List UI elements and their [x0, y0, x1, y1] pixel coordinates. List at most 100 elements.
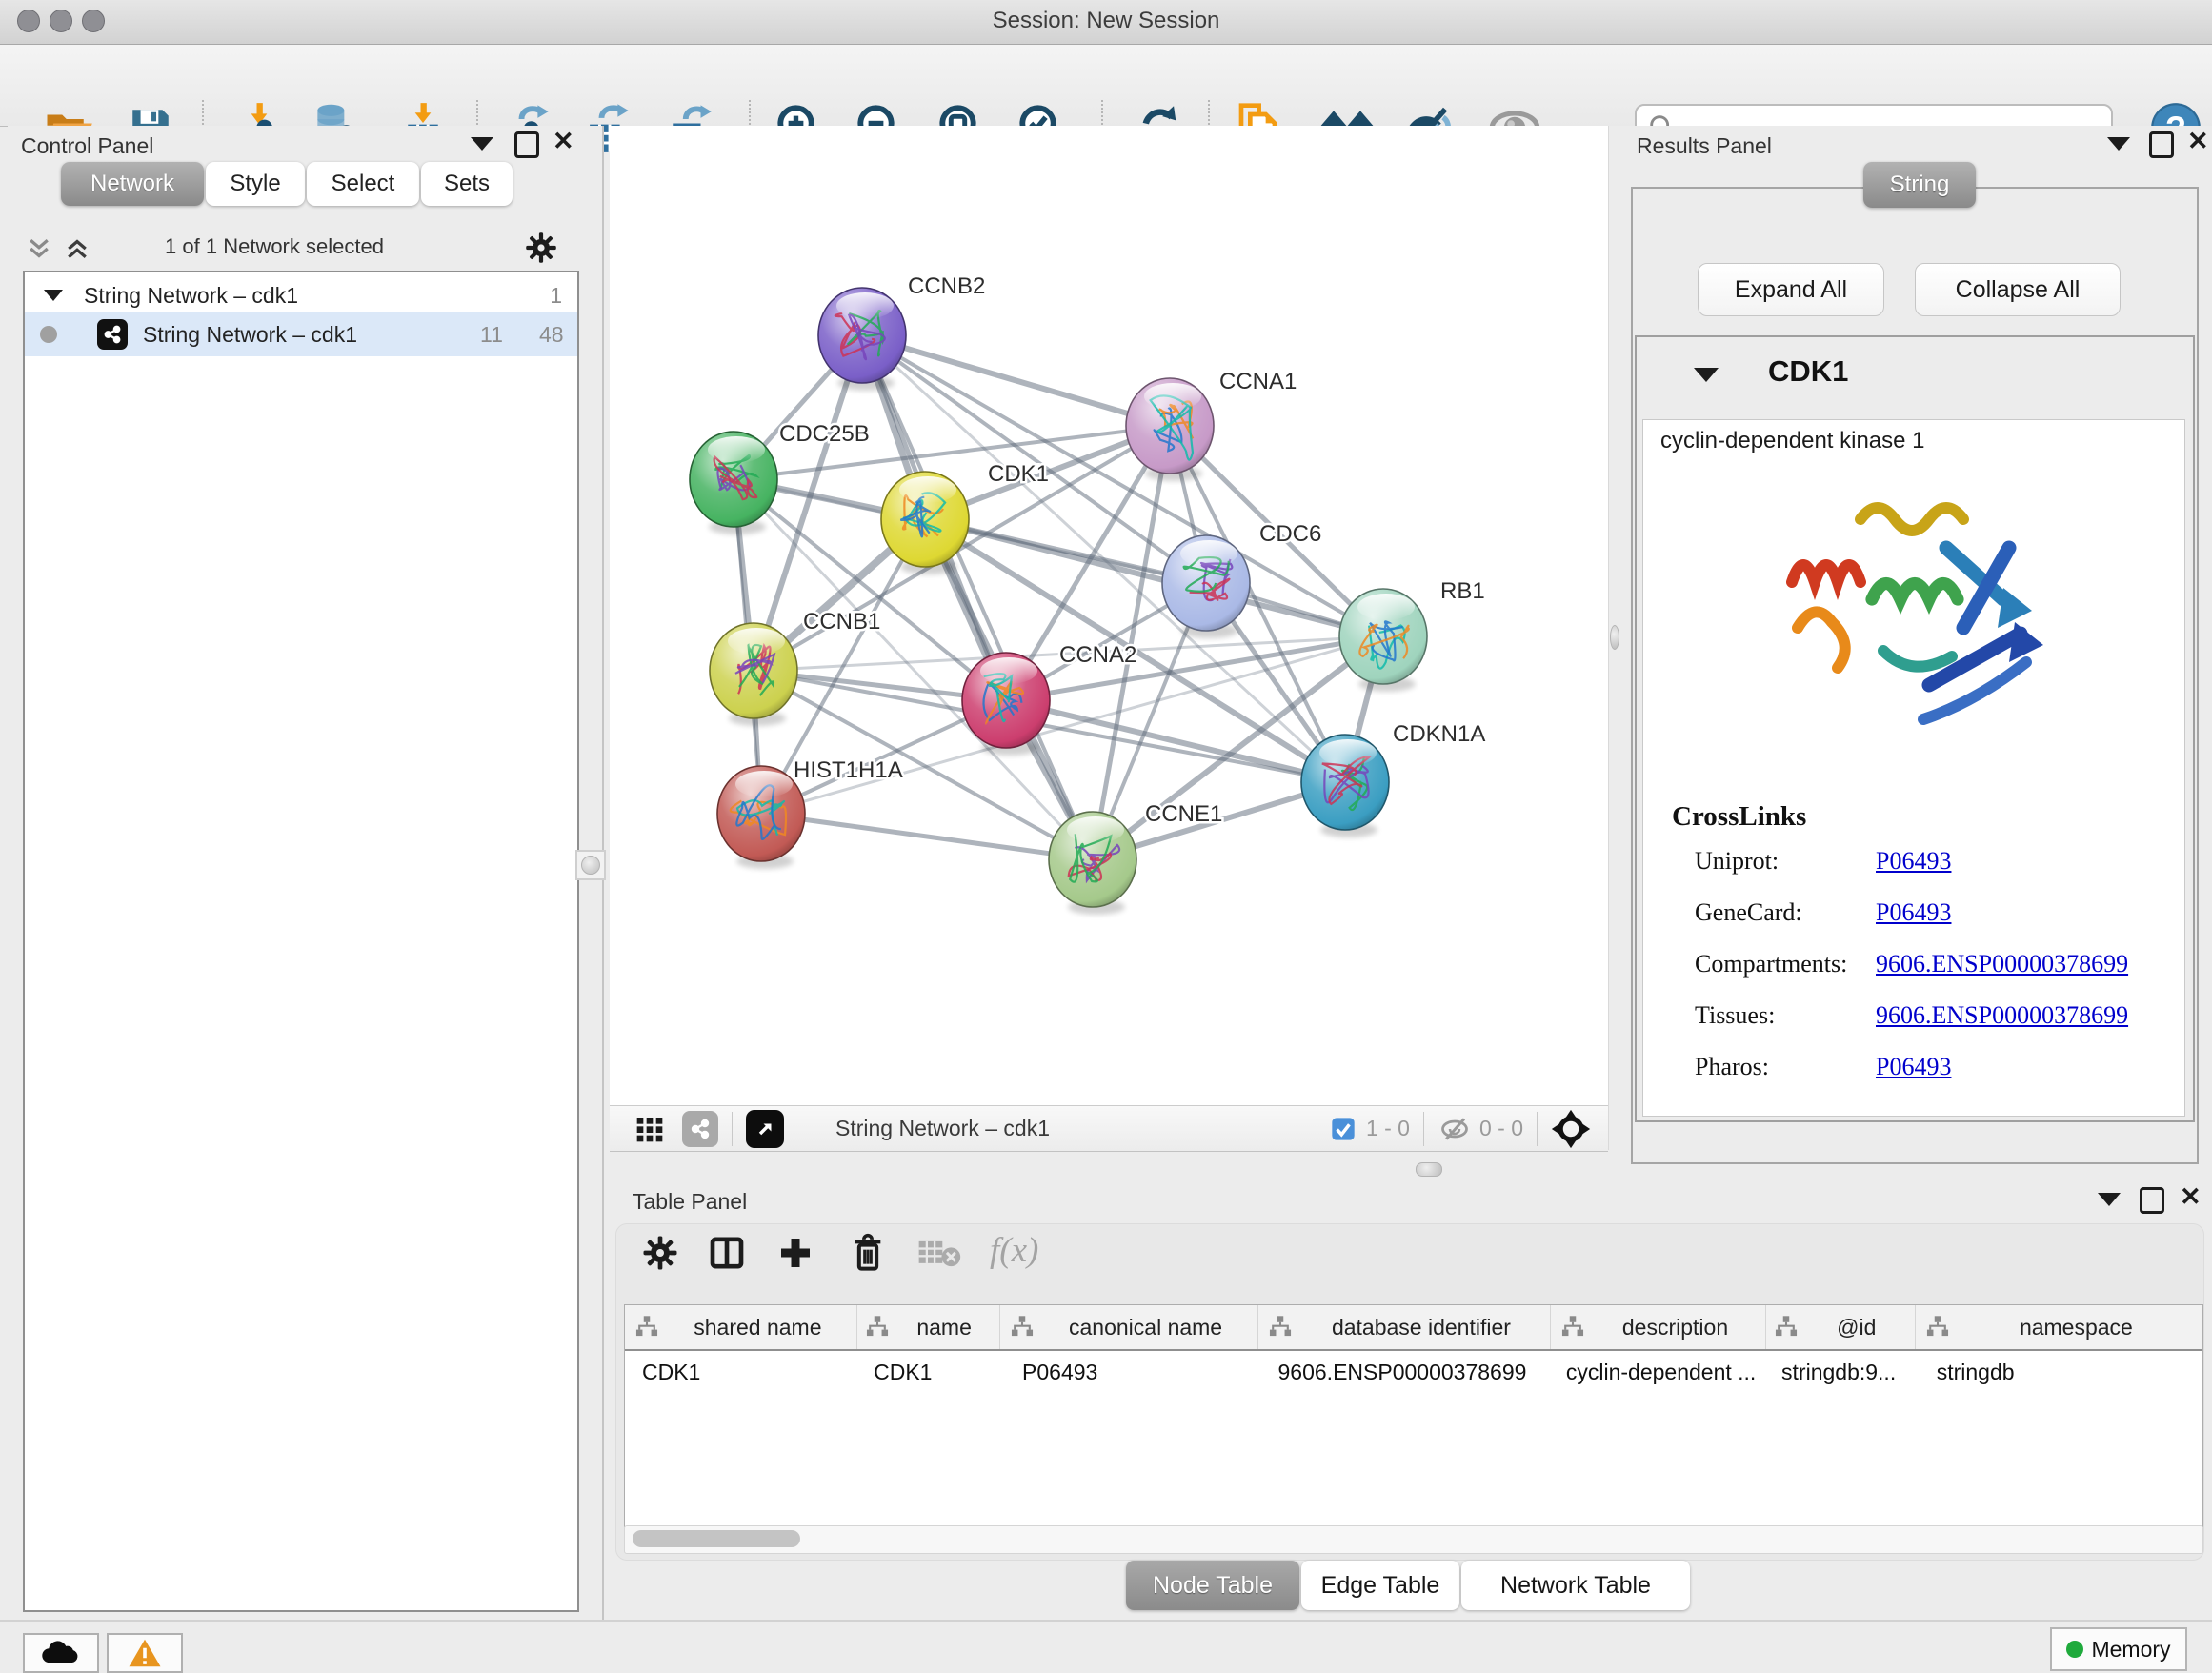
tab-edge-table[interactable]: Edge Table — [1301, 1561, 1459, 1610]
network-node-CCNB1 — [710, 623, 797, 726]
cloud-icon — [40, 1639, 82, 1667]
sort-column-icon — [1010, 1315, 1035, 1340]
node-label-CDC25B: CDC25B — [779, 421, 870, 447]
splitter-grip[interactable] — [1610, 625, 1619, 650]
main-toolbar: ? — [0, 45, 2212, 127]
network-collection-row[interactable]: String Network – cdk1 1 — [25, 276, 577, 314]
panel-float-icon[interactable] — [2149, 131, 2174, 158]
column-header-at-id[interactable]: @id — [1766, 1305, 1916, 1349]
crosslink-label: Pharos: — [1695, 1053, 1769, 1081]
panel-menu-icon[interactable] — [2107, 137, 2130, 151]
tab-style[interactable]: Style — [206, 162, 305, 206]
sort-column-icon — [1268, 1315, 1293, 1340]
show-columns-icon[interactable] — [708, 1234, 746, 1272]
network-node-HIST1H1A — [717, 766, 805, 869]
grid-view-icon[interactable] — [634, 1114, 665, 1144]
protein-section-collapse-icon[interactable] — [1694, 368, 1719, 382]
panel-close-icon[interactable]: ✕ — [2180, 1186, 2202, 1207]
cloud-status-button[interactable] — [23, 1633, 99, 1673]
tab-sets[interactable]: Sets — [421, 162, 513, 206]
panel-float-icon[interactable] — [514, 131, 539, 158]
node-table[interactable]: shared name name can — [624, 1304, 2203, 1527]
protein-name-heading: CDK1 — [1768, 354, 1848, 389]
delete-column-trash-icon[interactable] — [849, 1232, 887, 1274]
crosslink-label: Compartments: — [1695, 950, 1847, 978]
crosslink-compartments-link[interactable]: 9606.ENSP00000378699 — [1876, 950, 2128, 978]
tab-string[interactable]: String — [1863, 162, 1976, 208]
crosslink-uniprot-link[interactable]: P06493 — [1876, 847, 1951, 876]
tab-node-table[interactable]: Node Table — [1126, 1561, 1299, 1610]
panel-close-icon[interactable]: ✕ — [553, 131, 574, 151]
network-options-gear-icon[interactable] — [524, 231, 558, 265]
column-header-description[interactable]: description — [1551, 1305, 1766, 1349]
open-network-in-window-button[interactable] — [746, 1110, 784, 1148]
results-panel-title: Results Panel — [1637, 133, 1772, 159]
memory-button[interactable]: Memory — [2050, 1627, 2187, 1671]
selected-node-edge-counts: 1 - 0 — [1366, 1116, 1410, 1141]
hidden-node-edge-counts: 0 - 0 — [1479, 1116, 1523, 1141]
cell-database-identifier: 9606.ENSP00000378699 — [1261, 1360, 1549, 1385]
node-label-HIST1H1A: HIST1H1A — [794, 757, 903, 783]
string-view-icon[interactable] — [682, 1111, 718, 1147]
title-bar: Session: New Session — [0, 0, 2212, 45]
node-label-CCNA2: CCNA2 — [1059, 642, 1136, 668]
column-header-database-identifier[interactable]: database identifier — [1258, 1305, 1552, 1349]
network-node-CDC25B — [690, 432, 777, 534]
collection-expand-icon[interactable] — [44, 290, 63, 301]
table-container: f(x) shared name — [615, 1223, 2204, 1561]
network-view-toolbar: String Network – cdk1 1 - 0 0 - 0 — [610, 1105, 1608, 1152]
panel-splitter-handle[interactable] — [575, 850, 606, 880]
results-panel: Results Panel ✕ String Expand All Collap… — [1619, 126, 2212, 1181]
birds-eye-view-icon[interactable] — [1551, 1109, 1591, 1149]
current-network-name: String Network – cdk1 — [835, 1116, 1050, 1141]
crosslink-genecard-link[interactable]: P06493 — [1876, 898, 1951, 927]
control-panel: Control Panel ✕ Network Style Select Set… — [8, 126, 604, 1620]
control-panel-tabs: Network Style Select Sets — [61, 162, 513, 206]
network-node-CDKN1A — [1301, 735, 1389, 837]
scrollbar-thumb[interactable] — [633, 1530, 800, 1547]
protein-structure-image — [1758, 462, 2072, 776]
table-horizontal-scrollbar[interactable] — [624, 1525, 2203, 1554]
node-label-CCNE1: CCNE1 — [1145, 801, 1222, 827]
sort-column-icon — [1925, 1315, 1950, 1340]
panel-float-icon[interactable] — [2140, 1187, 2164, 1214]
protein-section: CDK1 cyclin-dependent kinase 1 — [1635, 335, 2195, 1122]
network-node-RB1 — [1339, 589, 1427, 692]
collection-label: String Network – cdk1 — [84, 283, 298, 309]
tab-select[interactable]: Select — [307, 162, 419, 206]
table-options-gear-icon[interactable] — [641, 1234, 679, 1272]
column-header-namespace[interactable]: namespace — [1916, 1305, 2202, 1349]
protein-description: cyclin-dependent kinase 1 — [1660, 428, 1925, 454]
horizontal-splitter-grip[interactable] — [1416, 1162, 1442, 1177]
collapse-all-icon[interactable] — [25, 234, 53, 263]
network-status-dot — [40, 326, 57, 343]
tab-network-table[interactable]: Network Table — [1461, 1561, 1690, 1610]
expand-all-button[interactable]: Expand All — [1698, 263, 1884, 316]
warning-icon — [128, 1638, 162, 1668]
crosslinks-heading: CrossLinks — [1672, 801, 1806, 833]
network-selection-status: 1 of 1 Network selected — [112, 234, 436, 259]
panel-menu-icon[interactable] — [471, 137, 493, 151]
expand-all-icon[interactable] — [63, 234, 91, 263]
node-label-CDC6: CDC6 — [1259, 521, 1321, 547]
cell-namespace: stringdb — [1920, 1360, 2202, 1385]
network-graph[interactable]: CCNB2CCNA1CDC25BCDK1CDC6RB1CCNB1CCNA2CDK… — [610, 126, 1608, 1105]
network-row[interactable]: String Network – cdk1 11 48 — [25, 312, 577, 356]
column-header-name[interactable]: name — [857, 1305, 1000, 1349]
table-header-row: shared name name can — [625, 1305, 2202, 1351]
column-header-shared-name[interactable]: shared name — [625, 1305, 857, 1349]
collapse-all-button[interactable]: Collapse All — [1915, 263, 2121, 316]
crosslink-label: GeneCard: — [1695, 898, 1802, 927]
create-column-plus-icon[interactable] — [776, 1234, 814, 1272]
collection-count: 1 — [550, 283, 562, 309]
table-row[interactable]: CDK1 CDK1 P06493 9606.ENSP00000378699 cy… — [625, 1351, 2202, 1393]
warning-status-button[interactable] — [107, 1633, 183, 1673]
crosslink-tissues-link[interactable]: 9606.ENSP00000378699 — [1876, 1001, 2128, 1030]
tab-network[interactable]: Network — [61, 162, 204, 206]
crosslink-pharos-link[interactable]: P06493 — [1876, 1053, 1951, 1081]
selected-checkbox-icon[interactable] — [1330, 1116, 1357, 1142]
column-header-canonical-name[interactable]: canonical name — [1000, 1305, 1258, 1349]
panel-close-icon[interactable]: ✕ — [2187, 131, 2209, 151]
panel-menu-icon[interactable] — [2098, 1193, 2121, 1206]
network-canvas[interactable]: CCNB2CCNA1CDC25BCDK1CDC6RB1CCNB1CCNA2CDK… — [610, 126, 1608, 1105]
